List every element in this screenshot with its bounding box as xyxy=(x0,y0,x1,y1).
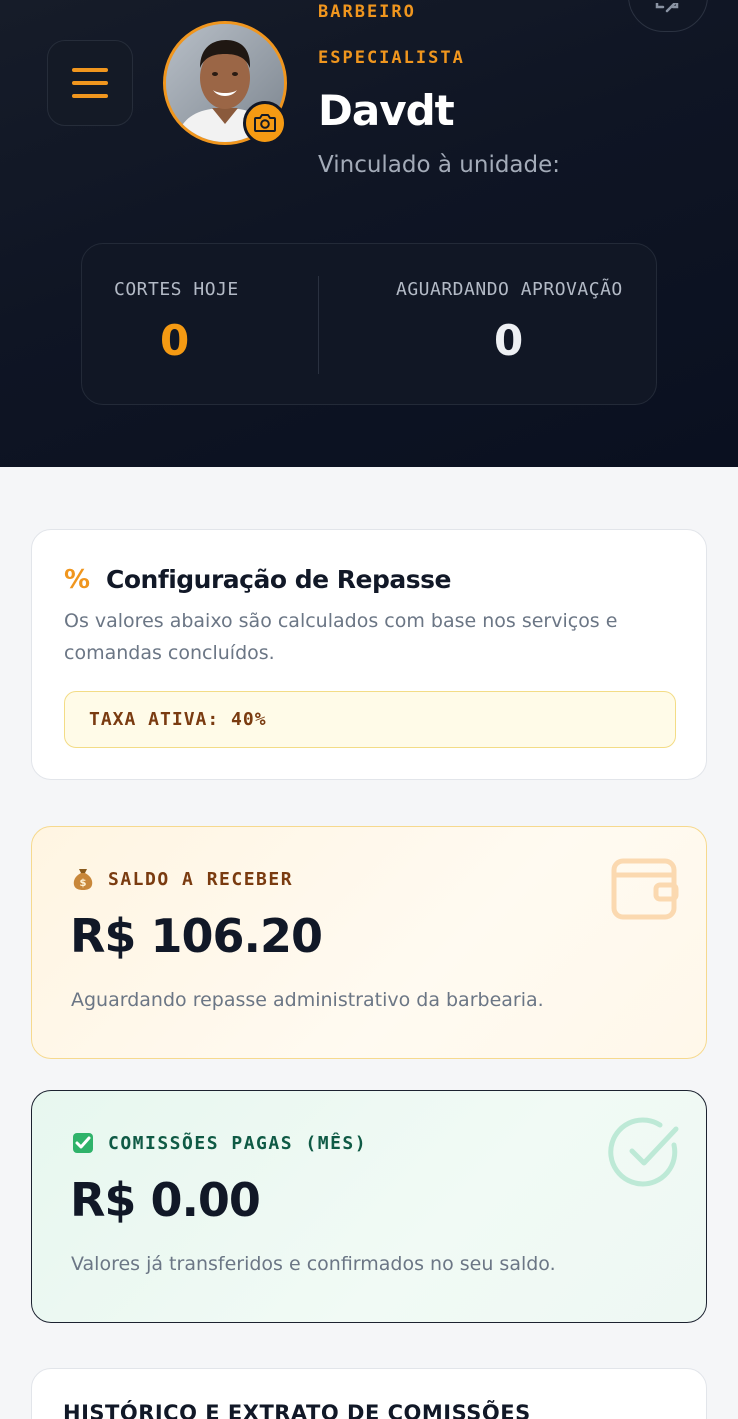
menu-icon-bar xyxy=(72,81,108,85)
comissoes-pagas-note: Valores já transferidos e confirmados no… xyxy=(71,1253,556,1275)
role-title-line2: ESPECIALISTA xyxy=(318,48,465,68)
cortes-hoje-label: CORTES HOJE xyxy=(114,279,239,300)
change-photo-button[interactable] xyxy=(243,101,287,145)
stats-divider xyxy=(318,276,319,374)
unit-label: Vinculado à unidade: xyxy=(318,152,561,178)
saldo-receber-card: $ SALDO A RECEBER R$ 106.20 Aguardando r… xyxy=(31,826,707,1059)
saldo-label: SALDO A RECEBER xyxy=(108,869,294,890)
config-description: Os valores abaixo são calculados com bas… xyxy=(64,610,618,664)
cortes-hoje-value: 0 xyxy=(160,316,190,365)
svg-text:$: $ xyxy=(80,878,87,889)
role-title-line1: BARBEIRO xyxy=(318,2,416,22)
comissoes-pagas-label: COMISSÕES PAGAS (MÊS) xyxy=(108,1133,368,1154)
logout-button[interactable] xyxy=(628,0,708,32)
menu-icon-bar xyxy=(72,94,108,98)
profile-header: BARBEIRO ESPECIALISTA Davdt Vinculado à … xyxy=(0,0,738,467)
aguardando-aprovacao-label: AGUARDANDO APROVAÇÃO xyxy=(396,279,623,300)
barber-name: Davdt xyxy=(318,86,455,135)
money-bag-icon: $ xyxy=(71,867,95,891)
wallet-icon xyxy=(611,858,679,920)
camera-icon xyxy=(254,114,276,132)
menu-button[interactable] xyxy=(47,40,133,126)
avatar-container xyxy=(163,21,287,145)
taxa-ativa-badge: TAXA ATIVA: 40% xyxy=(64,691,676,748)
saldo-note: Aguardando repasse administrativo da bar… xyxy=(71,989,544,1011)
menu-icon-bar xyxy=(72,68,108,72)
repasse-config-card: % Configuração de Repasse Os valores aba… xyxy=(31,529,707,780)
check-box-icon xyxy=(71,1131,95,1155)
stats-panel: CORTES HOJE 0 AGUARDANDO APROVAÇÃO 0 xyxy=(81,243,657,405)
percent-icon: % xyxy=(64,565,91,595)
comissoes-pagas-amount: R$ 0.00 xyxy=(70,1173,261,1227)
aguardando-aprovacao-value: 0 xyxy=(494,316,524,365)
historico-card: HISTÓRICO E EXTRATO DE COMISSÕES xyxy=(31,1368,707,1419)
saldo-amount: R$ 106.20 xyxy=(70,909,323,963)
logout-icon xyxy=(655,3,679,13)
comissoes-pagas-card: COMISSÕES PAGAS (MÊS) R$ 0.00 Valores já… xyxy=(31,1090,707,1323)
config-title: Configuração de Repasse xyxy=(106,565,451,594)
historico-title: HISTÓRICO E EXTRATO DE COMISSÕES xyxy=(63,1401,531,1419)
check-circle-icon xyxy=(608,1117,679,1187)
